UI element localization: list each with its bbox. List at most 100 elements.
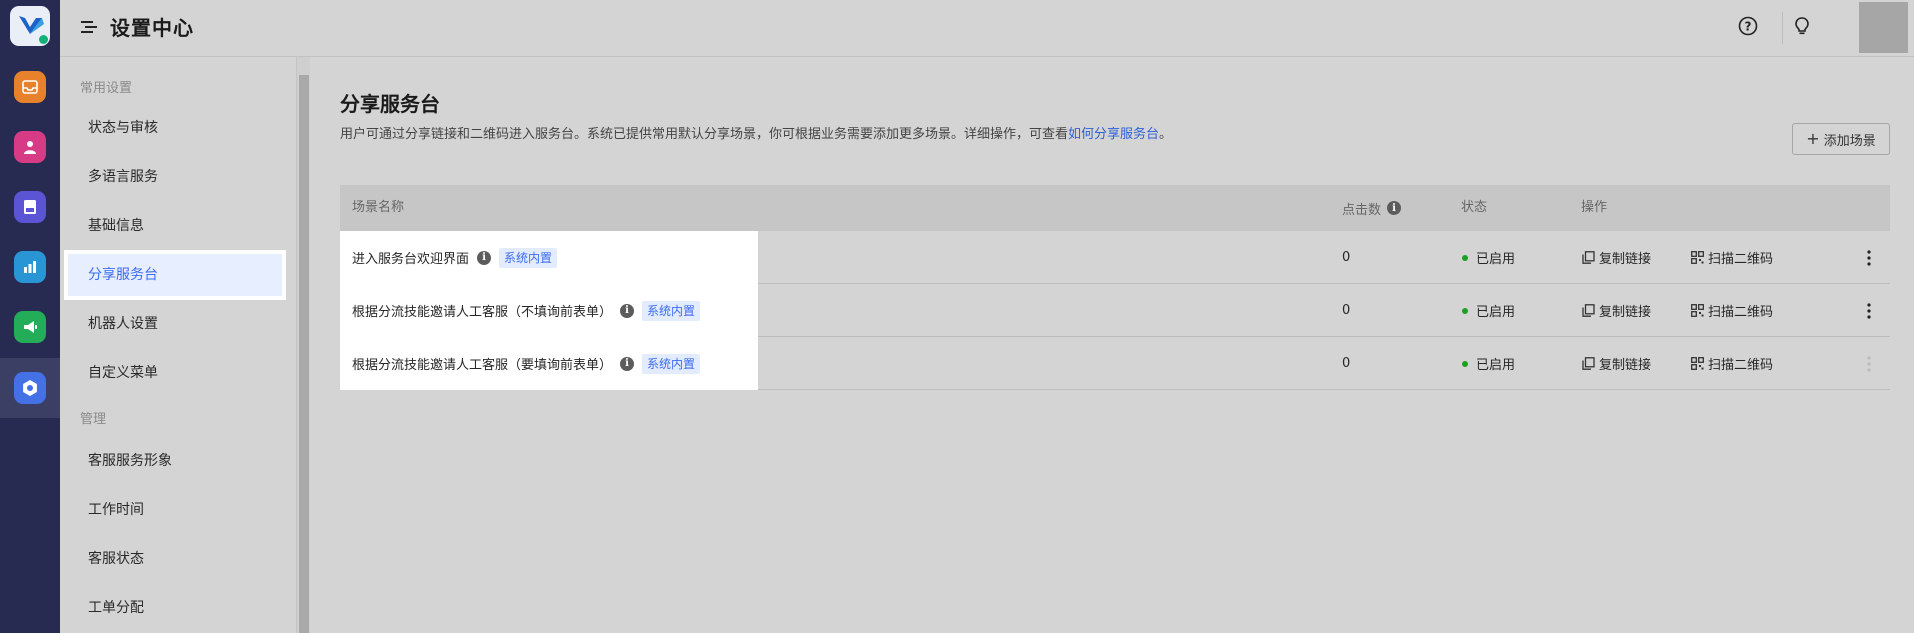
sidebar-group-common: 常用设置 [80,81,133,96]
help-button[interactable]: ? [1737,15,1759,37]
more-button-disabled [1861,337,1877,390]
info-icon[interactable]: i [620,303,635,318]
scan-qr-button[interactable]: 扫描二维码 [1691,231,1773,284]
ticket-icon [24,200,36,214]
table-header: 场景名称 点击数 i 状态 操作 [340,185,1890,231]
copy-link-label: 复制链接 [1599,358,1652,373]
copy-icon [1582,251,1595,264]
click-count: 0 [1342,303,1351,318]
info-icon[interactable]: i [1387,201,1402,215]
builtin-tag: 系统内置 [642,353,701,374]
scene-name-cell: 根据分流技能邀请人工客服（不填询前表单） i 系统内置 [340,284,758,337]
svg-text:?: ? [1745,20,1752,34]
scene-name-cell: 进入服务台欢迎界面 i 系统内置 [340,231,758,284]
click-count: 0 [1342,356,1351,371]
description-end: 。 [1159,127,1173,142]
plus-icon: + [1806,129,1820,148]
rail-tickets[interactable] [14,191,46,223]
status-cell: 已启用 [1462,284,1515,337]
sidebar-item-share-desk[interactable]: 分享服务台 [64,250,286,300]
idea-button[interactable] [1791,15,1813,37]
sidebar-item-ticket-assign[interactable]: 工单分配 [64,583,286,633]
sidebar-item-basic-info[interactable]: 基础信息 [64,201,286,251]
scene-name-cell: 根据分流技能邀请人工客服（要填询前表单） i 系统内置 [340,337,758,390]
click-count: 0 [1342,250,1351,265]
copy-icon [1582,357,1595,370]
online-dot [39,35,48,44]
app-logo[interactable] [10,6,50,46]
copy-icon [1582,304,1595,317]
menu-toggle-button[interactable] [80,18,98,36]
rail-contacts[interactable] [14,131,46,163]
sidebar-item-agent-image[interactable]: 客服服务形象 [64,436,286,486]
add-scene-label: 添加场景 [1823,133,1876,149]
copy-link-button[interactable]: 复制链接 [1582,337,1651,390]
copy-link-button[interactable]: 复制链接 [1582,231,1651,284]
sidebar-item-status-review[interactable]: 状态与审核 [64,103,286,153]
builtin-tag: 系统内置 [499,247,558,268]
status-text: 已启用 [1476,252,1516,267]
rail-settings[interactable] [14,372,46,404]
more-button[interactable] [1861,231,1877,284]
more-vertical-icon [1867,355,1871,372]
analytics-icon [24,261,36,273]
lightbulb-icon [1795,17,1809,35]
scan-qr-button[interactable]: 扫描二维码 [1691,284,1773,337]
info-icon[interactable]: i [477,250,492,265]
scan-qr-button[interactable]: 扫描二维码 [1691,337,1773,390]
contact-icon [24,141,36,154]
qr-icon [1691,357,1704,370]
header-clicks-label: 点击数 [1342,202,1382,218]
scene-name: 进入服务台欢迎界面 [352,252,470,267]
help-link[interactable]: 如何分享服务台 [1068,127,1159,142]
avatar[interactable] [1859,2,1908,53]
qr-icon [1691,304,1704,317]
section-title: 分享服务台 [340,92,440,116]
table-row: 根据分流技能邀请人工客服（不填询前表单） i 系统内置 0 已启用 复制链接 扫… [340,284,1890,337]
sidebar-item-bot-settings[interactable]: 机器人设置 [64,299,286,349]
add-scene-button[interactable]: + 添加场景 [1792,123,1890,155]
header-name: 场景名称 [352,200,405,215]
sidebar-item-work-hours[interactable]: 工作时间 [64,485,286,535]
sidebar-item-multilanguage[interactable]: 多语言服务 [64,152,286,202]
qr-icon [1691,251,1704,264]
top-bar: 设置中心 ? [60,0,1914,57]
more-button[interactable] [1861,284,1877,337]
section-description: 用户可通过分享链接和二维码进入服务台。系统已提供常用默认分享场景，你可根据业务需… [340,123,1172,142]
status-text: 已启用 [1476,358,1516,373]
inbox-icon [22,80,38,94]
sidebar-item-label: 分享服务台 [68,254,282,296]
status-dot [1462,307,1468,314]
page-title: 设置中心 [110,16,194,40]
copy-link-label: 复制链接 [1599,252,1652,267]
sidebar-scrollbar[interactable] [296,57,310,633]
settings-sidebar: 常用设置 状态与审核 多语言服务 基础信息 分享服务台 机器人设置 自定义菜单 … [60,57,296,633]
app-rail [0,0,60,633]
table-row: 进入服务台欢迎界面 i 系统内置 0 已启用 复制链接 扫描二维码 [340,231,1890,284]
header-status: 状态 [1461,200,1488,215]
status-cell: 已启用 [1462,337,1515,390]
rail-inbox[interactable] [14,71,46,103]
header-divider [1782,12,1783,44]
status-text: 已启用 [1476,305,1516,320]
more-vertical-icon [1867,249,1871,266]
rail-marketing[interactable] [14,311,46,343]
sidebar-item-agent-status[interactable]: 客服状态 [64,534,286,584]
scan-qr-label: 扫描二维码 [1708,305,1774,320]
help-icon: ? [1738,16,1758,36]
rail-analytics[interactable] [14,251,46,283]
sidebar-item-custom-menu[interactable]: 自定义菜单 [64,348,286,398]
description-text: 用户可通过分享链接和二维码进入服务台。系统已提供常用默认分享场景，你可根据业务需… [340,127,1069,142]
more-vertical-icon [1867,302,1871,319]
info-icon[interactable]: i [620,356,635,371]
copy-link-label: 复制链接 [1599,305,1652,320]
status-cell: 已启用 [1462,231,1515,284]
main-content: 分享服务台 用户可通过分享链接和二维码进入服务台。系统已提供常用默认分享场景，你… [310,57,1914,633]
header-actions: 操作 [1581,200,1608,215]
builtin-tag: 系统内置 [642,300,701,321]
copy-link-button[interactable]: 复制链接 [1582,284,1651,337]
settings-icon [23,380,37,396]
sidebar-scroll-thumb[interactable] [299,75,309,633]
status-dot [1462,360,1468,367]
scene-table: 场景名称 点击数 i 状态 操作 进入服务台欢迎界面 i 系统内置 0 已启用 … [340,185,1890,390]
